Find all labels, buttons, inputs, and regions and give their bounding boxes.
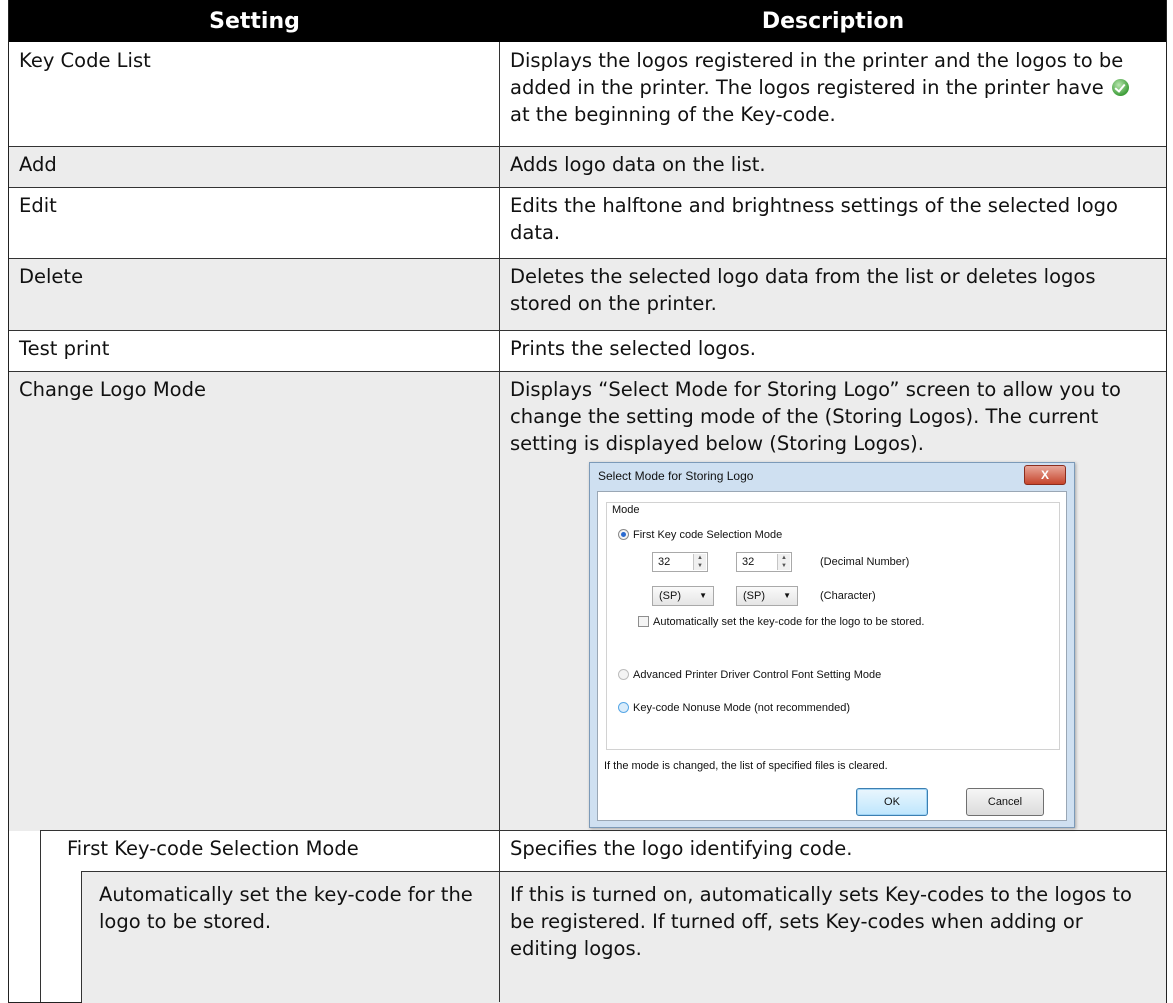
cancel-button[interactable]: Cancel: [966, 788, 1044, 816]
description-edit: Edits the halftone and brightness settin…: [510, 194, 1118, 244]
setting-first-key-code: First Key-code Selection Mode: [67, 837, 359, 860]
dialog-title: Select Mode for Storing Logo: [598, 469, 754, 483]
setting-key-code-list: Key Code List: [19, 49, 151, 72]
setting-delete: Delete: [19, 265, 84, 288]
registered-check-icon: [1111, 79, 1129, 96]
description-test-print: Prints the selected logos.: [510, 337, 756, 360]
first-mode-radio[interactable]: [618, 529, 629, 540]
char-value-1: (SP): [659, 590, 681, 602]
nonuse-mode-radio[interactable]: [618, 702, 629, 713]
description-first-key-code: Specifies the logo identifying code.: [510, 837, 853, 860]
select-mode-dialog: Select Mode for Storing Logo X Mode Firs…: [589, 462, 1075, 828]
indent-divider-1: [40, 830, 41, 1002]
spinner-arrows-icon[interactable]: ▲ ▼: [693, 554, 706, 570]
column-divider: [499, 42, 500, 1002]
description-change-logo-mode: Displays “Select Mode for Storing Logo” …: [510, 378, 1121, 455]
decimal-input-2[interactable]: 32 ▲ ▼: [736, 552, 792, 572]
dialog-body: Mode First Key code Selection Mode 32 ▲ ▼…: [597, 491, 1067, 821]
setting-edit: Edit: [19, 194, 57, 217]
first-mode-option[interactable]: First Key code Selection Mode: [618, 529, 782, 541]
decimal-value-1: 32: [658, 556, 671, 568]
spinner-arrows-icon[interactable]: ▲ ▼: [777, 554, 790, 570]
char-select-2[interactable]: (SP) ▼: [736, 586, 798, 606]
nonuse-mode-label: Key-code Nonuse Mode (not recommended): [633, 702, 851, 714]
dropdown-arrow-icon: ▼: [699, 591, 707, 600]
char-value-2: (SP): [743, 590, 765, 602]
nonuse-mode-option[interactable]: Key-code Nonuse Mode (not recommended): [618, 702, 850, 714]
dropdown-arrow-icon: ▼: [783, 591, 791, 600]
char-select-1[interactable]: (SP) ▼: [652, 586, 714, 606]
auto-set-label: Automatically set the key-code for the l…: [653, 616, 925, 628]
ok-button[interactable]: OK: [856, 788, 928, 816]
setting-test-print: Test print: [19, 337, 110, 360]
description-key-code-list: Displays the logos registered in the pri…: [500, 42, 1166, 146]
advanced-mode-radio[interactable]: [618, 669, 629, 680]
advanced-mode-label: Advanced Printer Driver Control Font Set…: [633, 669, 882, 681]
description-add: Adds logo data on the list.: [510, 153, 766, 176]
indent-divider-2: [81, 871, 82, 1002]
close-button[interactable]: X: [1024, 465, 1066, 485]
clear-note: If the mode is changed, the list of spec…: [604, 760, 888, 772]
auto-set-checkbox[interactable]: [638, 616, 649, 627]
setting-add: Add: [19, 153, 57, 176]
char-caption: (Character): [820, 590, 876, 602]
first-mode-label: First Key code Selection Mode: [633, 529, 783, 541]
setting-auto-set: Automatically set the key-code for the l…: [99, 883, 473, 933]
description-column-header: Description: [500, 0, 1166, 42]
description-auto-set: If this is turned on, automatically sets…: [510, 883, 1132, 960]
description-text-end: at the beginning of the Key-code.: [510, 103, 836, 126]
advanced-mode-option[interactable]: Advanced Printer Driver Control Font Set…: [618, 669, 881, 681]
decimal-value-2: 32: [742, 556, 755, 568]
decimal-input-1[interactable]: 32 ▲ ▼: [652, 552, 708, 572]
setting-column-header: Setting: [9, 0, 500, 42]
description-delete: Deletes the selected logo data from the …: [510, 265, 1096, 315]
setting-change-logo-mode: Change Logo Mode: [19, 378, 206, 401]
description-text: Displays the logos registered in the pri…: [510, 49, 1124, 99]
auto-set-option[interactable]: Automatically set the key-code for the l…: [638, 616, 924, 628]
decimal-caption: (Decimal Number): [820, 556, 910, 568]
mode-group-label: Mode: [612, 504, 640, 516]
